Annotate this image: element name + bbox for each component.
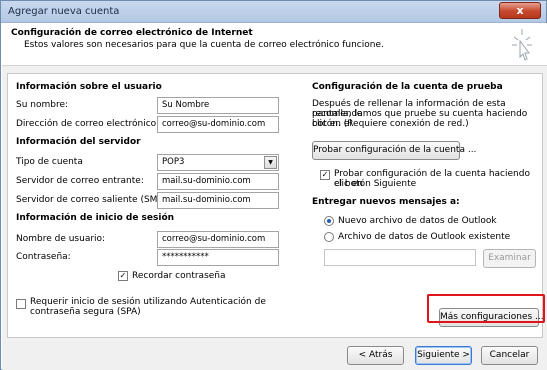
browse-button[interactable]: Examinar	[483, 249, 536, 268]
test-account-button[interactable]: Probar configuración de la cuenta ...	[312, 141, 476, 160]
username-field[interactable]: correo@su-dominio.com	[157, 231, 279, 248]
server-info-heading: Información del servidor	[16, 137, 141, 147]
logon-info-heading: Información de inicio de sesión	[16, 213, 175, 223]
back-button[interactable]: < Atrás	[347, 346, 404, 365]
password-field[interactable]: ***********	[157, 249, 279, 266]
account-type-label: Tipo de cuenta	[16, 157, 83, 167]
username-label: Nombre de usuario:	[16, 234, 106, 244]
more-settings-highlight	[427, 294, 545, 323]
cancel-button[interactable]: Cancelar	[481, 346, 538, 365]
new-data-file-label: Nuevo archivo de datos de Outlook	[338, 216, 497, 226]
chevron-down-icon[interactable]: ▼	[264, 156, 277, 169]
dialog-body: Información sobre el usuario Su nombre: …	[2, 66, 547, 370]
name-label: Su nombre:	[16, 100, 69, 110]
spa-checkbox[interactable]	[16, 299, 26, 309]
spa-label-line2: contraseña segura (SPA)	[30, 307, 141, 317]
remember-password-checkbox[interactable]: ✓	[118, 271, 128, 281]
account-type-select[interactable]: POP3 ▼	[157, 154, 279, 171]
password-label: Contraseña:	[16, 252, 71, 262]
header-subtitle: Estos valores son necesarios para que la…	[24, 40, 384, 50]
user-info-heading: Información sobre el usuario	[16, 82, 162, 92]
next-button[interactable]: Siguiente >	[415, 346, 472, 365]
data-file-path-field[interactable]	[324, 249, 476, 266]
close-button[interactable]: x	[499, 2, 541, 19]
dialog-header: Configuración de correo electrónico de I…	[2, 23, 547, 66]
auto-test-checkbox[interactable]: ✓	[320, 170, 330, 180]
window-title: Agregar nueva cuenta	[8, 6, 120, 17]
incoming-server-field[interactable]: mail.su-dominio.com	[157, 173, 279, 190]
add-account-dialog: Agregar nueva cuenta x Configuración de …	[0, 0, 547, 370]
incoming-server-label: Servidor de correo entrante:	[16, 176, 144, 186]
email-label: Dirección de correo electrónico:	[16, 119, 160, 129]
account-type-value: POP3	[162, 157, 185, 167]
email-field[interactable]: correo@su-dominio.com	[157, 116, 279, 133]
outgoing-server-label: Servidor de correo saliente (SMTP):	[16, 195, 175, 205]
header-title: Configuración de correo electrónico de I…	[11, 28, 253, 38]
test-description-line3: botón. (Requiere conexión de red.)	[312, 119, 469, 129]
outgoing-server-field[interactable]: mail.su-dominio.com	[157, 192, 279, 209]
name-field[interactable]: Su Nombre	[157, 97, 279, 114]
pointer-cursor-icon	[512, 29, 532, 61]
existing-data-file-label: Archivo de datos de Outlook existente	[338, 232, 511, 242]
spa-label-line1: Requerir inicio de sesión utilizando Aut…	[30, 297, 266, 307]
existing-data-file-radio[interactable]	[324, 232, 334, 242]
deliver-heading: Entregar nuevos mensajes a:	[312, 197, 460, 207]
title-bar: Agregar nueva cuenta x	[1, 1, 546, 23]
auto-test-label-line2: el botón Siguiente	[334, 179, 417, 189]
remember-password-label: Recordar contraseña	[132, 271, 226, 281]
test-settings-heading: Configuración de la cuenta de prueba	[312, 82, 503, 92]
new-data-file-radio[interactable]	[324, 216, 334, 226]
